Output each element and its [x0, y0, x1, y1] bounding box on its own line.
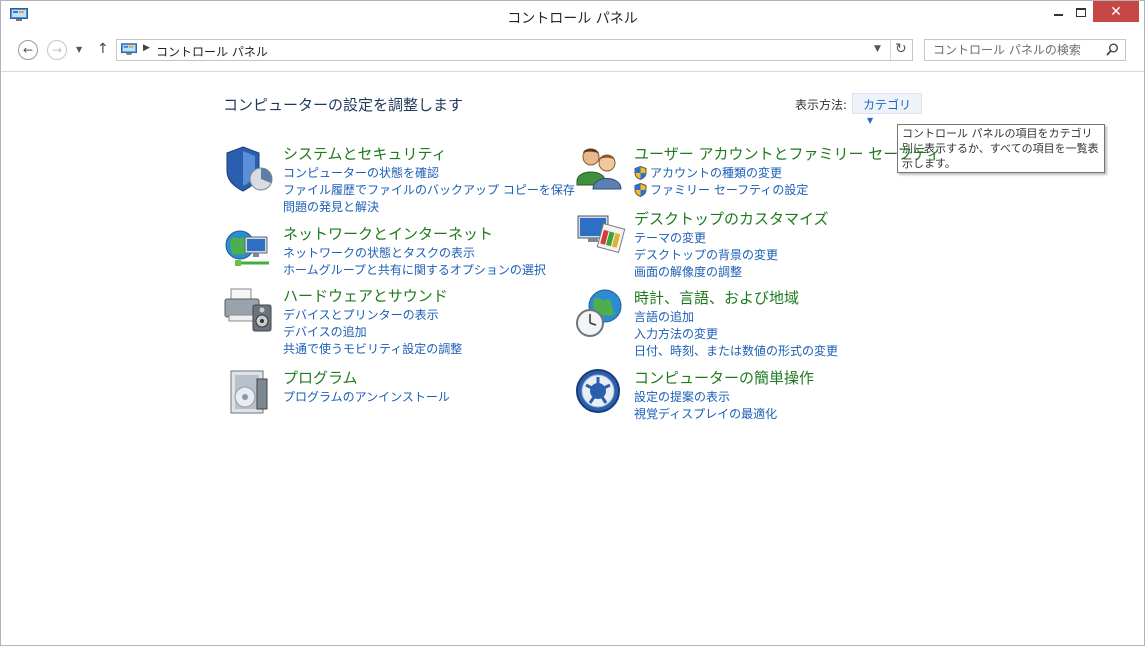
- category-title[interactable]: 時計、言語、および地域: [634, 287, 799, 308]
- breadcrumb[interactable]: コントロール パネル: [156, 43, 268, 60]
- address-bar[interactable]: ▶ コントロール パネル ▼ ↻: [116, 39, 913, 61]
- category-title[interactable]: デスクトップのカスタマイズ: [634, 208, 829, 229]
- maximize-icon: [1076, 7, 1086, 17]
- link-change-input-method[interactable]: 入力方法の変更: [634, 325, 838, 342]
- network-globe-icon[interactable]: [223, 223, 275, 275]
- shield-icon[interactable]: [223, 143, 275, 195]
- recent-locations-button[interactable]: ▼: [76, 45, 82, 54]
- window: コントロール パネル ✕ ← → ▼ ↑ ▶ コントロール パネル ▼ ↻ コン…: [0, 0, 1145, 646]
- address-dropdown-icon[interactable]: ▼: [874, 44, 881, 54]
- navigation-bar: ← → ▼ ↑ ▶ コントロール パネル ▼ ↻: [1, 33, 1144, 72]
- search-icon[interactable]: [1106, 43, 1119, 56]
- title-bar: コントロール パネル ✕: [1, 1, 1144, 33]
- link-label: アカウントの種類の変更: [650, 166, 783, 180]
- back-button[interactable]: ←: [18, 40, 38, 60]
- link-optimize-display[interactable]: 視覚ディスプレイの最適化: [634, 405, 777, 422]
- link-family-safety[interactable]: ファミリー セーフティの設定: [634, 181, 808, 198]
- category-title[interactable]: ハードウェアとサウンド: [283, 285, 448, 306]
- link-screen-resolution[interactable]: 画面の解像度の調整: [634, 263, 778, 280]
- link-file-history[interactable]: ファイル履歴でファイルのバックアップ コピーを保存: [283, 181, 575, 198]
- forward-button[interactable]: →: [47, 40, 67, 60]
- refresh-icon[interactable]: ↻: [895, 41, 907, 57]
- link-mobility-settings[interactable]: 共通で使うモビリティ設定の調整: [283, 340, 462, 357]
- up-arrow-icon: ↑: [97, 41, 109, 57]
- minimize-icon: [1053, 14, 1063, 16]
- link-devices-printers[interactable]: デバイスとプリンターの表示: [283, 306, 462, 323]
- desktop-personalize-icon[interactable]: [574, 208, 626, 260]
- chevron-down-icon: ▼: [867, 116, 874, 125]
- link-check-status[interactable]: コンピューターの状態を確認: [283, 164, 575, 181]
- link-label: ファミリー セーフティの設定: [650, 183, 809, 197]
- forward-arrow-icon: →: [51, 43, 63, 57]
- users-icon[interactable]: [574, 143, 626, 195]
- ease-of-access-icon[interactable]: [574, 367, 626, 419]
- link-add-language[interactable]: 言語の追加: [634, 308, 838, 325]
- close-icon: ✕: [1110, 3, 1122, 20]
- view-by-value: カテゴリ: [863, 98, 912, 112]
- category-title[interactable]: システムとセキュリティ: [283, 143, 447, 164]
- up-button[interactable]: ↑: [97, 41, 109, 57]
- link-change-background[interactable]: デスクトップの背景の変更: [634, 246, 778, 263]
- link-uninstall-program[interactable]: プログラムのアンインストール: [283, 388, 450, 405]
- address-divider: [890, 40, 891, 60]
- view-by-dropdown[interactable]: カテゴリ ▼: [852, 93, 922, 125]
- back-arrow-icon: ←: [22, 43, 34, 57]
- category-title[interactable]: ユーザー アカウントとファミリー セーフティ: [634, 143, 941, 164]
- control-panel-icon: [121, 43, 137, 55]
- link-recommended-settings[interactable]: 設定の提案の表示: [634, 388, 777, 405]
- link-add-device[interactable]: デバイスの追加: [283, 323, 462, 340]
- category-title[interactable]: ネットワークとインターネット: [283, 223, 493, 244]
- search-box[interactable]: [924, 39, 1126, 61]
- category-title[interactable]: プログラム: [283, 367, 358, 388]
- link-change-theme[interactable]: テーマの変更: [634, 229, 778, 246]
- category-title[interactable]: コンピューターの簡単操作: [634, 367, 814, 388]
- link-network-status[interactable]: ネットワークの状態とタスクの表示: [283, 244, 546, 261]
- printer-icon[interactable]: [223, 285, 275, 337]
- search-input[interactable]: [925, 40, 1103, 60]
- link-troubleshoot[interactable]: 問題の発見と解決: [283, 198, 575, 215]
- breadcrumb-chevron-icon[interactable]: ▶: [143, 43, 150, 53]
- view-by-label: 表示方法:: [795, 98, 848, 112]
- link-homegroup[interactable]: ホームグループと共有に関するオプションの選択: [283, 261, 546, 278]
- window-title: コントロール パネル: [507, 11, 638, 27]
- close-button[interactable]: ✕: [1093, 1, 1139, 22]
- clock-globe-icon[interactable]: [574, 287, 626, 339]
- uac-shield-icon: [634, 182, 647, 197]
- programs-icon[interactable]: [223, 367, 275, 419]
- uac-shield-icon: [634, 165, 647, 180]
- link-change-account-type[interactable]: アカウントの種類の変更: [634, 164, 808, 181]
- page-title: コンピューターの設定を調整します: [223, 96, 464, 114]
- link-change-date-format[interactable]: 日付、時刻、または数値の形式の変更: [634, 342, 838, 359]
